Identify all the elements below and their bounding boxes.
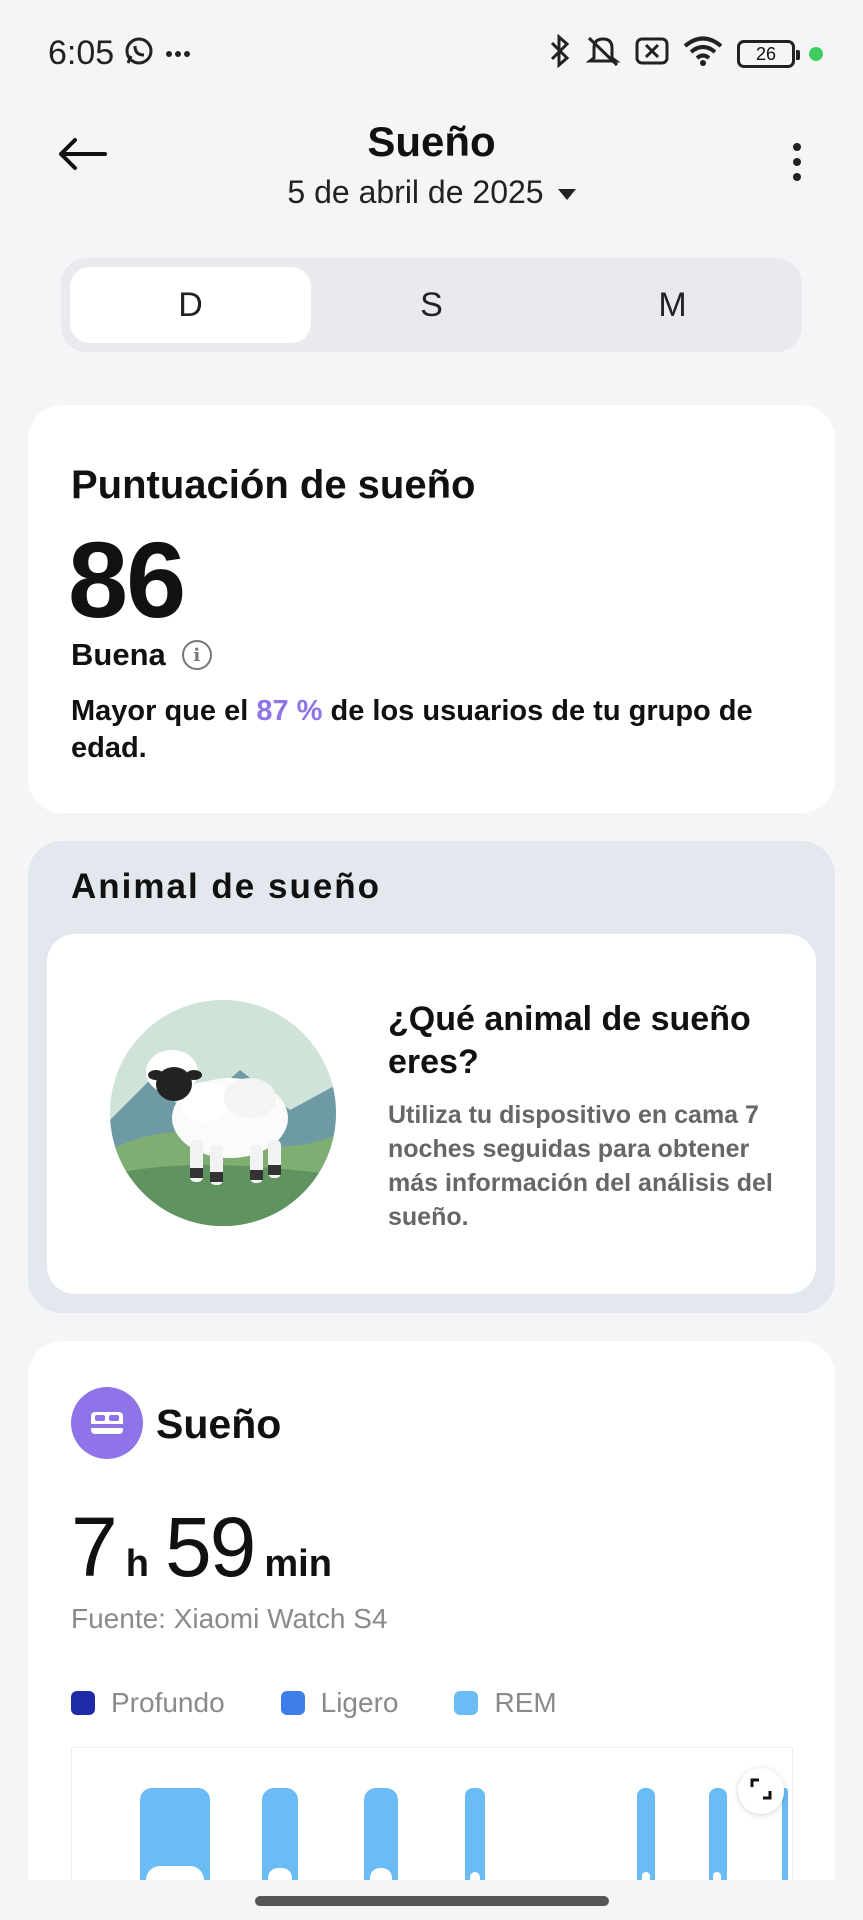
score-title: Puntuación de sueño xyxy=(71,463,476,507)
more-notifications-icon xyxy=(166,45,190,63)
animal-question: ¿Qué animal de sueño eres? xyxy=(388,1000,751,1081)
score-rating: Buena xyxy=(71,637,166,672)
privacy-indicator-dot xyxy=(809,46,823,61)
status-time: 6:05 xyxy=(48,34,115,72)
score-percent: 87 % xyxy=(256,695,323,727)
duration-minutes: 59 xyxy=(164,1500,256,1594)
date-selector[interactable]: 5 de abril de 2025 xyxy=(0,174,863,211)
legend-item-deep: Profundo xyxy=(71,1687,225,1719)
legend-item-light: Ligero xyxy=(280,1687,398,1719)
more-options-button[interactable] xyxy=(777,134,817,190)
sleep-title: Sueño xyxy=(156,1401,282,1447)
legend-swatch xyxy=(280,1691,305,1715)
bed-icon xyxy=(71,1387,143,1459)
header: Sueño 5 de abril de 2025 xyxy=(0,104,863,234)
duration-minutes-unit: min xyxy=(264,1543,332,1585)
sleep-stage-legend: Profundo Ligero REM xyxy=(71,1687,557,1719)
duration-hours: 7 xyxy=(71,1500,118,1594)
status-bar: 6:05 26 xyxy=(0,0,863,104)
score-description: Mayor que el 87 % de los usuarios de tu … xyxy=(71,695,753,764)
tab-day[interactable]: D xyxy=(70,267,311,343)
caret-down-icon xyxy=(557,189,576,201)
bluetooth-icon xyxy=(549,33,571,73)
tab-week[interactable]: S xyxy=(311,267,552,343)
whatsapp-icon xyxy=(124,36,154,71)
no-sim-icon xyxy=(635,36,669,71)
legend-swatch xyxy=(71,1691,95,1715)
sleep-duration: 7 h 59 min xyxy=(71,1499,338,1596)
wifi-icon xyxy=(683,35,723,72)
mute-icon xyxy=(585,34,621,73)
sheep-illustration xyxy=(110,1000,336,1226)
tab-month[interactable]: M xyxy=(552,267,793,343)
data-source: Fuente: Xiaomi Watch S4 xyxy=(71,1603,388,1634)
animal-info-panel: ¿Qué animal de sueño eres? Utiliza tu di… xyxy=(47,934,816,1294)
period-tabs: D S M xyxy=(61,258,802,352)
animal-section-title: Animal de sueño xyxy=(71,867,382,906)
expand-chart-button[interactable] xyxy=(738,1768,784,1814)
date-label: 5 de abril de 2025 xyxy=(287,174,544,210)
info-icon[interactable]: i xyxy=(181,640,212,670)
sleep-animal-card[interactable]: Animal de sueño ¿Qué animal de sueño ere… xyxy=(28,841,835,1313)
legend-swatch xyxy=(454,1691,479,1715)
sleep-score-card[interactable]: Puntuación de sueño 86 Buena i Mayor que… xyxy=(28,405,835,813)
score-value: 86 xyxy=(68,519,186,640)
legend-item-rem: REM xyxy=(454,1687,557,1719)
animal-description: Utiliza tu dispositivo en cama 7 noches … xyxy=(388,1101,773,1231)
more-vertical-icon xyxy=(793,143,801,151)
battery-icon: 26 xyxy=(737,39,800,68)
duration-hours-unit: h xyxy=(125,1543,149,1585)
home-indicator[interactable] xyxy=(255,1896,609,1906)
page-title: Sueño xyxy=(367,118,496,165)
sleep-chart-svg xyxy=(140,1788,788,1887)
sleep-duration-card[interactable]: Sueño 7 h 59 min Fuente: Xiaomi Watch S4… xyxy=(28,1341,835,1920)
sleep-stage-chart[interactable] xyxy=(71,1747,793,1887)
rem-bar xyxy=(782,1788,788,1887)
expand-icon xyxy=(750,1778,772,1805)
